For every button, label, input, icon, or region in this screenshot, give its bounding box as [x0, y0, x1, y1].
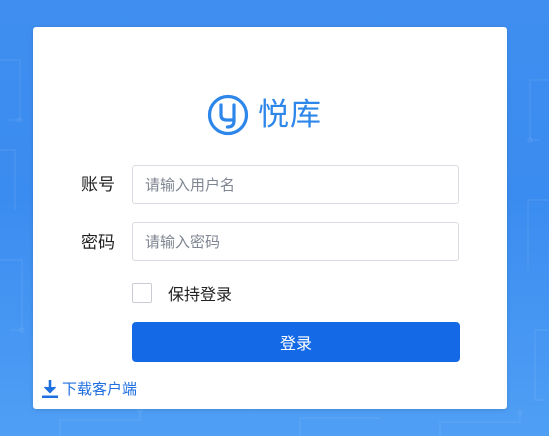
remember-label[interactable]: 保持登录: [168, 281, 232, 305]
download-icon: [42, 379, 58, 398]
remember-login[interactable]: 保持登录: [132, 281, 232, 305]
username-input[interactable]: [132, 165, 459, 204]
password-input[interactable]: [132, 222, 459, 261]
username-label: 账号: [81, 175, 115, 195]
login-card: 悦库 账号 密码 保持登录 登录 下载客户端: [33, 27, 507, 409]
login-button[interactable]: 登录: [132, 322, 460, 362]
download-client-link[interactable]: 下载客户端: [41, 378, 137, 399]
brand-logo: 悦库: [207, 93, 322, 137]
password-label: 密码: [81, 233, 115, 253]
brand-name: 悦库: [258, 97, 322, 133]
download-client-label[interactable]: 下载客户端: [62, 378, 137, 399]
yueku-logo-icon: [207, 94, 249, 136]
remember-checkbox[interactable]: [132, 283, 152, 303]
